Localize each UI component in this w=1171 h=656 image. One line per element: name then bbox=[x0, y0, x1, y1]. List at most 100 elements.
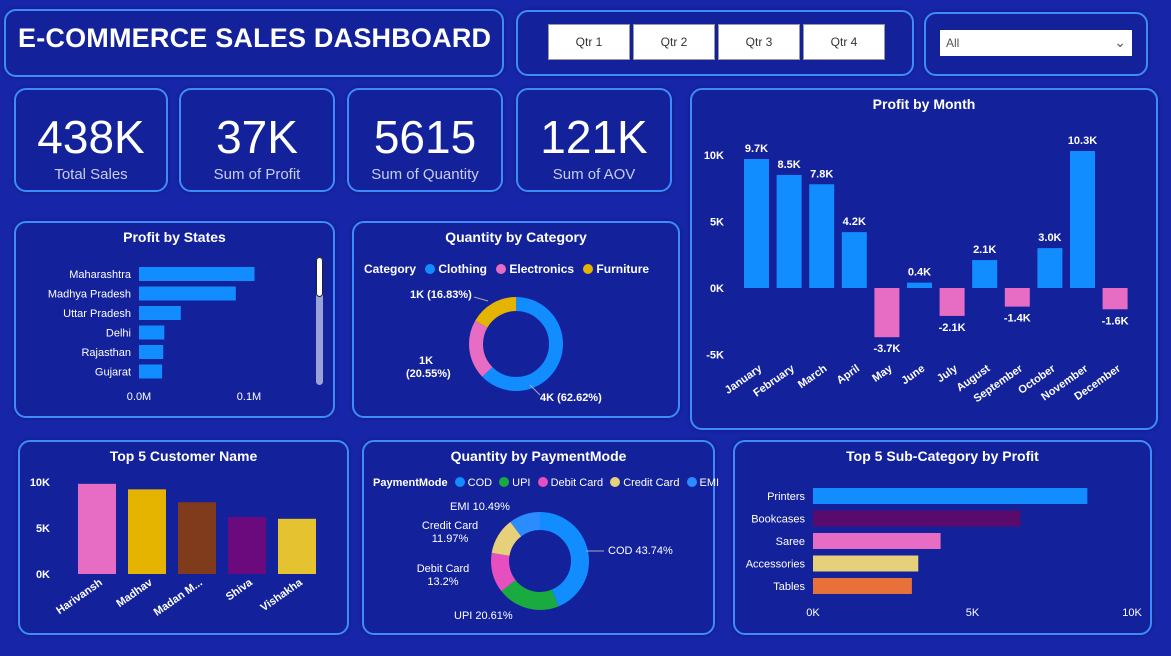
y-tick-label: Madhya Pradesh bbox=[48, 289, 131, 301]
kpi-label: Total Sales bbox=[54, 166, 128, 183]
kpi-label: Sum of Profit bbox=[213, 166, 301, 183]
quantity-by-category-chart bbox=[469, 296, 563, 396]
bar bbox=[139, 364, 163, 379]
bar bbox=[874, 288, 900, 338]
data-label: 10.3K bbox=[1068, 135, 1097, 147]
kpi-label: Sum of Quantity bbox=[371, 166, 479, 183]
kpi-total-sales: 438K Total Sales bbox=[14, 88, 168, 192]
quantity-by-paymentmode-panel: Quantity by PaymentMode PaymentMode COD … bbox=[362, 440, 719, 635]
bar bbox=[813, 555, 919, 572]
kpi-value: 438K bbox=[37, 111, 145, 163]
quarter-button-1[interactable]: Qtr 1 bbox=[548, 24, 630, 60]
x-tick-label: Vishakha bbox=[258, 576, 305, 614]
filter-panel: All ⌄ bbox=[924, 12, 1148, 76]
bar bbox=[907, 282, 932, 288]
data-label: -1.6K bbox=[1102, 315, 1129, 327]
x-tick-label: 5K bbox=[966, 607, 980, 619]
quarter-button-4[interactable]: Qtr 4 bbox=[803, 24, 885, 60]
bar bbox=[809, 184, 835, 288]
x-tick-label: 0.0M bbox=[127, 391, 151, 403]
data-label: 0.4K bbox=[908, 267, 931, 279]
data-label: COD 43.74% bbox=[608, 545, 673, 557]
data-label: EMI 10.49% bbox=[450, 501, 510, 513]
y-tick-label: 0K bbox=[36, 569, 50, 581]
quarter-button-2[interactable]: Qtr 2 bbox=[633, 24, 715, 60]
data-label: 1K (16.83%) bbox=[410, 289, 472, 301]
kpi-sum-profit: 37K Sum of Profit bbox=[179, 88, 335, 192]
bar bbox=[139, 286, 236, 301]
leader-line bbox=[473, 296, 489, 302]
y-tick-label: Accessories bbox=[746, 559, 806, 571]
y-tick-label: 10K bbox=[30, 477, 50, 489]
bar bbox=[178, 502, 216, 574]
x-tick-label: 0K bbox=[806, 607, 820, 619]
y-tick-label: Maharashtra bbox=[69, 269, 132, 281]
profit-by-month-chart: 10K5K0K-5K9.7KJanuary8.5KFebruary7.8KMar… bbox=[704, 135, 1129, 405]
y-tick-label: Delhi bbox=[106, 328, 131, 340]
kpi-value: 121K bbox=[540, 111, 648, 163]
x-tick-label: 0.1M bbox=[237, 391, 261, 403]
data-label: 9.7K bbox=[745, 143, 768, 155]
data-label: -1.4K bbox=[1004, 313, 1031, 325]
x-tick-label: Harivansh bbox=[54, 576, 105, 616]
data-label: -2.1K bbox=[939, 322, 966, 334]
data-label: UPI 20.61% bbox=[454, 610, 513, 622]
profit-by-month-panel: Profit by Month 10K 5K 0K -5K 9.7K January 8.5… bbox=[690, 88, 1158, 430]
y-tick-label: Printers bbox=[767, 491, 805, 503]
profit-by-states-panel: Profit by States Maharashtra Madhya Prade… bbox=[14, 221, 335, 418]
bar bbox=[278, 518, 316, 574]
data-label: 7.8K bbox=[810, 168, 833, 180]
x-tick-label: May bbox=[870, 362, 895, 385]
bar bbox=[78, 483, 116, 574]
bar bbox=[139, 345, 164, 359]
bar bbox=[139, 267, 255, 281]
data-label: Debit Card 13.2% bbox=[416, 563, 470, 588]
quantity-by-category-panel: Quantity by Category Category Clothing E… bbox=[352, 221, 680, 418]
y-tick-label: 10K bbox=[704, 150, 724, 162]
x-tick-label: March bbox=[796, 362, 830, 391]
kpi-value: 37K bbox=[216, 111, 298, 163]
bar bbox=[939, 288, 965, 316]
x-tick-label: June bbox=[899, 363, 927, 388]
y-tick-label: 5K bbox=[36, 523, 50, 535]
kpi-sum-quantity: 5615 Sum of Quantity bbox=[347, 88, 503, 192]
y-tick-label: Bookcases bbox=[751, 514, 805, 526]
profit-by-states-chart: Maharashtra Madhya Pradesh Uttar Pradesh De… bbox=[48, 267, 261, 403]
top5-customer-chart: 10K 5K 0K Harivansh MadhavMadan M... Shiva Vis… bbox=[30, 477, 316, 619]
filter-value: All bbox=[946, 36, 960, 50]
bar bbox=[744, 158, 769, 288]
data-label: 8.5K bbox=[777, 159, 800, 171]
bar bbox=[1070, 151, 1095, 288]
scrollbar[interactable] bbox=[316, 257, 323, 385]
bar bbox=[139, 325, 165, 340]
title-panel: E-COMMERCE SALES DASHBOARD bbox=[4, 9, 504, 77]
quarter-button-3[interactable]: Qtr 3 bbox=[718, 24, 800, 60]
filter-dropdown[interactable]: All ⌄ bbox=[940, 30, 1132, 56]
bar bbox=[776, 174, 802, 288]
data-label: 1K (20.55%) bbox=[406, 355, 451, 380]
quantity-by-paymentmode-chart bbox=[491, 512, 604, 610]
y-tick-label: Tables bbox=[773, 581, 805, 593]
kpi-sum-aov: 121K Sum of AOV bbox=[516, 88, 672, 192]
scrollbar-thumb[interactable] bbox=[316, 257, 323, 297]
y-tick-label: Saree bbox=[776, 536, 805, 548]
y-tick-label: Rajasthan bbox=[81, 347, 131, 359]
data-label: Credit Card 11.97% bbox=[421, 520, 479, 545]
x-tick-label: Shiva bbox=[224, 576, 256, 603]
data-label: 4K (62.62%) bbox=[540, 392, 602, 404]
y-tick-label: -5K bbox=[706, 350, 724, 362]
x-tick-label: Madhav bbox=[114, 576, 155, 610]
bar bbox=[1102, 288, 1128, 310]
kpi-value: 5615 bbox=[373, 111, 477, 163]
y-tick-label: 0K bbox=[710, 283, 724, 295]
data-label: 4.2K bbox=[843, 216, 866, 228]
bar bbox=[813, 578, 912, 594]
x-tick-label: 10K bbox=[1122, 607, 1142, 619]
bar bbox=[813, 533, 941, 549]
bar bbox=[813, 488, 1088, 504]
kpi-label: Sum of AOV bbox=[552, 166, 636, 183]
bar bbox=[972, 260, 998, 288]
bar bbox=[1004, 288, 1030, 307]
quarter-slicer: Qtr 1 Qtr 2 Qtr 3 Qtr 4 bbox=[516, 10, 914, 76]
bar bbox=[841, 232, 867, 288]
